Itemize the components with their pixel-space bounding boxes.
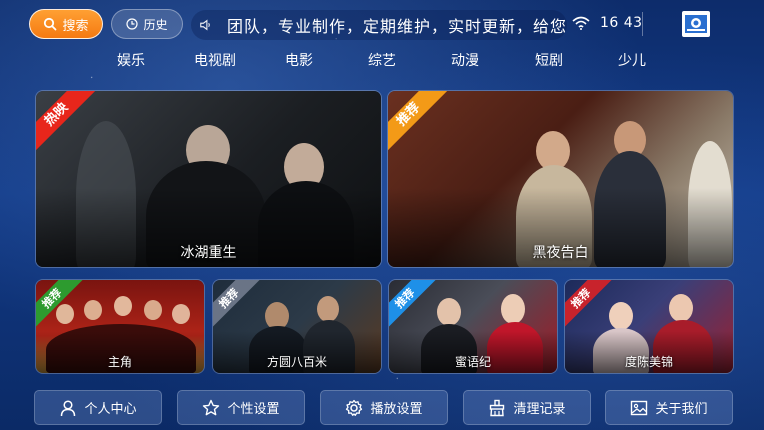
wifi-icon	[572, 16, 590, 30]
recommend-badge: 推荐	[388, 91, 448, 151]
recommend-card[interactable]: 推荐 方圆八百米	[212, 279, 382, 374]
card-title: 蜜语纪	[454, 355, 491, 369]
history-label: 历史	[143, 17, 168, 32]
category-nav: 娱乐 电视剧 电影 综艺 动漫 短剧 少儿	[0, 50, 764, 72]
category-tab[interactable]: 娱乐	[117, 50, 145, 70]
category-tab[interactable]: 短剧	[535, 50, 563, 70]
history-button[interactable]: 历史	[111, 9, 183, 39]
personal-center-button[interactable]: 个人中心	[34, 390, 162, 425]
playback-settings-label: 播放设置	[370, 402, 423, 417]
announcement-marquee: 团队，专业制作，定期维护，实时更新，给您	[191, 10, 567, 40]
header-divider	[642, 12, 643, 36]
card-title: 主角	[107, 355, 132, 369]
recommend-badge: 推荐	[389, 280, 437, 328]
card-title: 度陈美锦	[624, 355, 673, 369]
app-logo	[682, 11, 710, 37]
card-title: 冰湖重生	[180, 245, 237, 261]
card-title: 方圆八百米	[266, 355, 327, 369]
playback-settings-button[interactable]: 播放设置	[320, 390, 448, 425]
clear-records-label: 清理记录	[513, 402, 566, 417]
featured-card[interactable]: 热映 冰湖重生	[35, 90, 382, 268]
image-icon	[631, 400, 648, 415]
gear-icon	[346, 399, 363, 416]
category-tab[interactable]: 少儿	[618, 50, 646, 70]
personal-settings-button[interactable]: 个性设置	[177, 390, 305, 425]
user-icon	[61, 399, 76, 416]
recommend-card[interactable]: 推荐 主角	[35, 279, 205, 374]
featured-card[interactable]: 推荐 黑夜告白	[387, 90, 734, 268]
clock: 16 43	[600, 15, 643, 31]
about-us-button[interactable]: 关于我们	[605, 390, 733, 425]
search-label: 搜索	[62, 18, 89, 34]
clock-icon	[126, 18, 139, 30]
speaker-icon	[200, 19, 210, 31]
recommend-badge: 推荐	[36, 280, 84, 328]
category-tab[interactable]: 电视剧	[194, 50, 236, 70]
star-icon	[203, 399, 220, 415]
recommend-card[interactable]: 推荐 蜜语纪	[388, 279, 558, 374]
about-us-label: 关于我们	[655, 402, 708, 417]
card-title: 黑夜告白	[532, 245, 589, 261]
search-icon	[44, 17, 57, 31]
marquee-text: 团队，专业制作，定期维护，实时更新，给您	[226, 17, 567, 36]
recommend-badge: 推荐	[565, 280, 613, 328]
category-tab[interactable]: 电影	[285, 50, 313, 70]
category-tab[interactable]: 综艺	[368, 50, 396, 70]
recommend-badge: 推荐	[213, 280, 261, 328]
personal-center-label: 个人中心	[84, 402, 137, 417]
search-button[interactable]: 搜索	[29, 9, 103, 39]
hot-badge: 热映	[36, 91, 96, 151]
personal-settings-label: 个性设置	[227, 402, 280, 417]
recommend-card[interactable]: 推荐 度陈美锦	[564, 279, 734, 374]
clean-icon	[490, 399, 505, 416]
clear-records-button[interactable]: 清理记录	[463, 390, 591, 425]
category-tab[interactable]: 动漫	[451, 50, 479, 70]
